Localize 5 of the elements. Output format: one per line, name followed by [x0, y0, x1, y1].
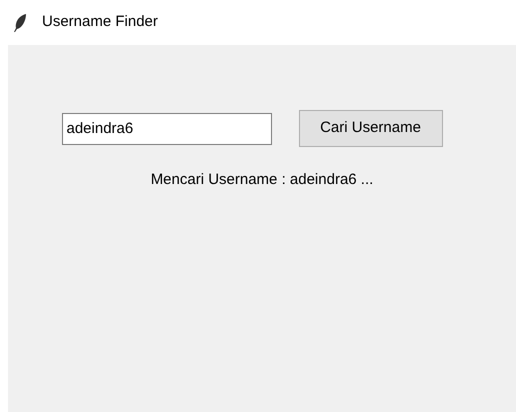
status-text: Mencari Username : adeindra6 ...: [150, 170, 374, 190]
search-button[interactable]: Cari Username: [298, 110, 442, 147]
feather-icon: [12, 12, 28, 32]
username-field[interactable]: adeindra6: [62, 112, 272, 144]
window-title: Username Finder: [42, 12, 158, 32]
